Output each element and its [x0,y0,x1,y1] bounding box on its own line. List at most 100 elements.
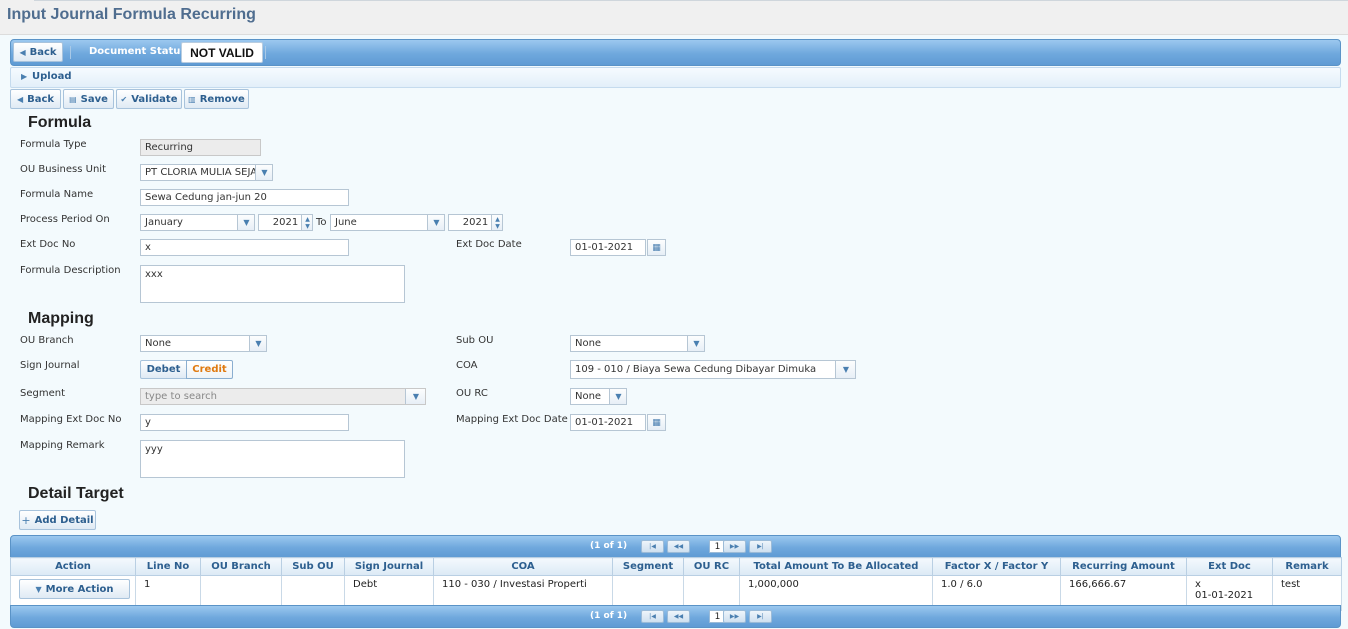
toolbar-separator [70,46,71,59]
chevron-down-icon[interactable]: ▼ [427,215,444,230]
page-title: Input Journal Formula Recurring [7,6,256,23]
business-unit-select[interactable]: PT CLORIA MULIA SEJATI ▼ [140,164,273,181]
column-header[interactable]: Remark [1272,557,1342,576]
sub-ou-select[interactable]: None ▼ [570,335,705,352]
plus-icon: + [21,513,31,527]
chevron-down-icon[interactable]: ▼ [237,215,254,230]
toolbar-separator [265,46,266,59]
mapping-remark-label: Mapping Remark [20,440,105,451]
mapping-remark-textarea[interactable]: yyy [140,440,405,478]
pager-info: (1 of 1) [590,611,628,621]
business-unit-label: OU Business Unit [20,164,107,175]
mapping-ext-doc-no-label: Mapping Ext Doc No [20,414,122,425]
ou-rc-label: OU RC [456,388,488,399]
mapping-ext-doc-date-input[interactable]: 01-01-2021 [570,414,646,431]
column-header[interactable]: COA [433,557,613,576]
column-header[interactable]: Ext Doc [1186,557,1273,576]
column-header[interactable]: Segment [612,557,684,576]
ext-doc-no: x [1195,579,1201,590]
last-page-icon[interactable]: ▶| [749,610,772,623]
toolbar-back-button[interactable]: ◀ Back [13,42,63,62]
grid-pager-top: (1 of 1) |◀ ◀◀ 1 ▶▶ ▶| [10,535,1341,558]
calendar-icon[interactable]: ▦ [647,239,666,256]
period-from-year-stepper[interactable]: 2021 ▲ ▼ [258,214,313,231]
column-header[interactable]: Sign Journal [344,557,434,576]
document-status-label: Document Status: [89,46,191,57]
coa-select[interactable]: 109 - 010 / Biaya Sewa Cedung Dibayar Di… [570,360,856,379]
ou-branch-label: OU Branch [20,335,74,346]
formula-description-label: Formula Description [20,265,121,276]
check-icon: ✔ [120,94,128,104]
last-page-icon[interactable]: ▶| [749,540,772,553]
chevron-down-icon[interactable]: ▼ [687,336,704,351]
chevron-down-icon[interactable]: ▼ [405,389,425,404]
chevron-left-icon: ◀ [16,94,24,104]
spinner-icon[interactable]: ▲ ▼ [301,215,312,230]
formula-name-input[interactable]: Sewa Cedung jan-jun 20 [140,189,349,206]
sign-debet-toggle[interactable]: Debet [140,360,187,379]
column-header[interactable]: OU Branch [200,557,282,576]
sign-journal-label: Sign Journal [20,360,80,371]
upload-label: Upload [32,71,72,82]
coa-label: COA [456,360,478,371]
first-page-icon[interactable]: |◀ [641,540,664,553]
formula-name-label: Formula Name [20,189,94,200]
mapping-ext-doc-no-input[interactable]: y [140,414,349,431]
table-header-row: Action Line No OU Branch Sub OU Sign Jou… [10,557,1342,576]
column-header[interactable]: Sub OU [281,557,345,576]
column-header[interactable]: Factor X / Factor Y [932,557,1061,576]
detail-target-table: Action Line No OU Branch Sub OU Sign Jou… [10,557,1342,611]
ou-rc-select[interactable]: None ▼ [570,388,627,405]
upload-panel-header[interactable]: ▶ Upload [10,67,1341,88]
chevron-down-icon[interactable]: ▼ [609,389,626,404]
chevron-down-icon: ▼ [35,584,42,594]
column-header[interactable]: OU RC [683,557,740,576]
segment-search-select[interactable]: type to search ▼ [140,388,426,405]
ext-doc-date-input[interactable]: 01-01-2021 [570,239,646,256]
next-page-icon[interactable]: ▶▶ [723,540,746,553]
mapping-ext-doc-date-label: Mapping Ext Doc Date [456,414,568,425]
calendar-icon[interactable]: ▦ [647,414,666,431]
add-detail-button[interactable]: + Add Detail [19,510,96,530]
column-header[interactable]: Action [10,557,136,576]
ext-doc-no-input[interactable]: x [140,239,349,256]
next-page-icon[interactable]: ▶▶ [723,610,746,623]
formula-description-textarea[interactable]: xxx [140,265,405,303]
formula-section-title: Formula [28,114,92,131]
formula-type-field: Recurring [140,139,261,156]
ou-branch-select[interactable]: None ▼ [140,335,267,352]
tab-line [34,0,1348,4]
formula-type-label: Formula Type [20,139,87,150]
prev-page-icon[interactable]: ◀◀ [667,610,690,623]
back-button[interactable]: ◀ Back [10,89,61,109]
chevron-down-icon[interactable]: ▼ [835,361,855,378]
period-to-label: To [316,217,327,228]
ext-doc-date-label: Ext Doc Date [456,239,522,250]
pager-info: (1 of 1) [590,541,628,551]
sign-credit-toggle[interactable]: Credit [186,360,233,379]
document-status-value: NOT VALID [181,42,263,63]
period-from-month-select[interactable]: January ▼ [140,214,255,231]
more-action-button[interactable]: ▼ More Action [19,579,130,599]
ext-doc-no-label: Ext Doc No [20,239,76,250]
ext-doc-date: 01-01-2021 [1195,590,1254,601]
column-header[interactable]: Total Amount To Be Allocated [739,557,933,576]
chevron-left-icon: ◀ [19,47,26,57]
prev-page-icon[interactable]: ◀◀ [667,540,690,553]
sub-ou-label: Sub OU [456,335,494,346]
detail-target-section-title: Detail Target [28,485,124,502]
remove-button[interactable]: ▥ Remove [184,89,249,109]
validate-button[interactable]: ✔ Validate [116,89,182,109]
column-header[interactable]: Line No [135,557,201,576]
column-header[interactable]: Recurring Amount [1060,557,1187,576]
chevron-down-icon[interactable]: ▼ [255,165,272,180]
document-toolbar: ◀ Back Document Status: NOT VALID [10,39,1341,66]
chevron-down-icon[interactable]: ▼ [249,336,266,351]
period-to-month-select[interactable]: June ▼ [330,214,445,231]
save-button[interactable]: ▤ Save [63,89,114,109]
period-to-year-stepper[interactable]: 2021 ▲ ▼ [448,214,503,231]
mapping-section-title: Mapping [28,310,94,327]
segment-label: Segment [20,388,65,399]
spinner-icon[interactable]: ▲ ▼ [491,215,502,230]
first-page-icon[interactable]: |◀ [641,610,664,623]
